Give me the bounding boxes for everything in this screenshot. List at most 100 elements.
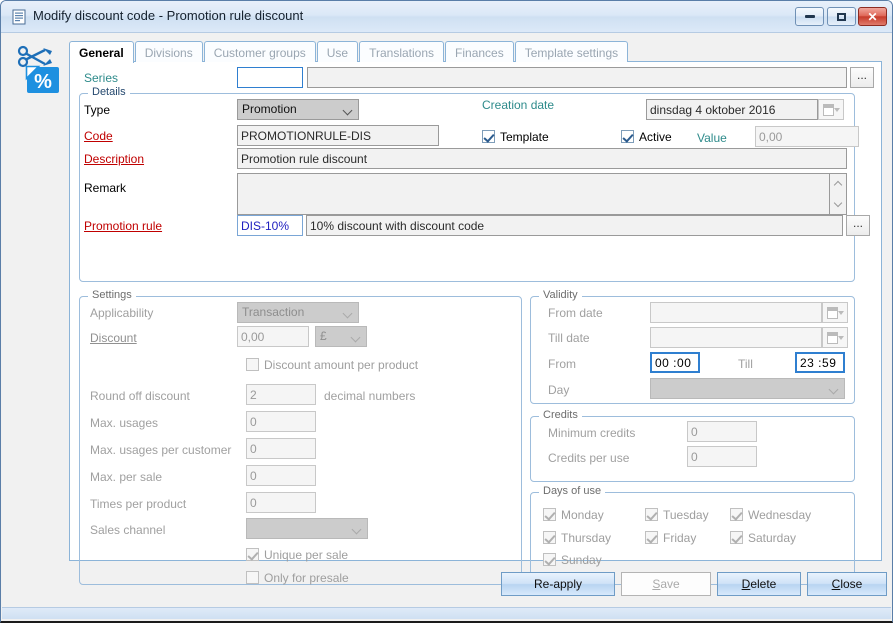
checkbox-box (730, 508, 743, 521)
tab-template-settings[interactable]: Template settings (515, 41, 628, 62)
tab-use[interactable]: Use (317, 41, 358, 62)
day-checkbox-wednesday: Wednesday (730, 508, 811, 522)
round-off-discount-label: Round off discount (90, 389, 190, 403)
applicability-dropdown-value: Transaction (242, 305, 304, 319)
discount-amount-per-product-label: Discount amount per product (264, 358, 418, 372)
validity-group-caption: Validity (539, 289, 582, 301)
details-group-caption: Details (88, 86, 130, 98)
tab-finances[interactable]: Finances (445, 41, 514, 62)
code-input[interactable] (237, 125, 439, 146)
chevron-down-icon (838, 336, 844, 340)
credits-per-use-field (687, 446, 757, 467)
credits-per-use-label: Credits per use (548, 451, 629, 465)
description-link[interactable]: Description (84, 152, 144, 166)
day-checkbox-friday: Friday (645, 531, 696, 545)
svg-text:%: % (34, 71, 52, 93)
decimal-numbers-label: decimal numbers (324, 389, 415, 403)
checkbox-box (246, 358, 259, 371)
days-of-use-group-caption: Days of use (539, 485, 605, 497)
till-time-field[interactable] (795, 352, 845, 373)
re-apply-button[interactable]: Re-apply (501, 572, 615, 596)
checkbox-box (730, 531, 743, 544)
minimum-credits-label: Minimum credits (548, 426, 635, 440)
day-checkbox-thursday: Thursday (543, 531, 611, 545)
day-label: Day (548, 383, 569, 397)
active-checkbox[interactable]: Active (621, 130, 672, 144)
applicability-dropdown: Transaction (237, 302, 359, 323)
day-checkbox-monday: Monday (543, 508, 604, 522)
active-checkbox-label: Active (639, 130, 672, 144)
minimize-button[interactable] (795, 7, 824, 26)
checkbox-box (543, 508, 556, 521)
series-code-input[interactable] (237, 67, 303, 88)
creation-date-field[interactable] (646, 99, 818, 120)
chevron-up-icon[interactable] (834, 182, 842, 188)
from-time-field[interactable] (650, 352, 700, 373)
max-usages-label: Max. usages (90, 416, 158, 430)
chevron-down-icon (352, 334, 361, 340)
day-label: Thursday (561, 531, 611, 545)
day-checkbox-tuesday: Tuesday (645, 508, 709, 522)
tab-general[interactable]: General (69, 41, 134, 63)
promotion-rule-browse-button[interactable]: ... (846, 215, 870, 236)
type-label: Type (84, 103, 110, 117)
maximize-icon (828, 8, 855, 25)
round-off-discount-field (246, 384, 316, 405)
creation-date-picker-button[interactable] (818, 99, 844, 120)
applicability-label: Applicability (90, 306, 153, 320)
chevron-down-icon (838, 311, 844, 315)
credits-group-caption: Credits (539, 409, 582, 421)
chevron-down-icon[interactable] (834, 200, 842, 206)
document-icon (11, 9, 27, 25)
max-usages-per-customer-field (246, 438, 316, 459)
chevron-down-icon (344, 107, 353, 113)
close-dialog-button[interactable]: Close (807, 572, 887, 596)
code-link[interactable]: Code (84, 129, 113, 143)
promotion-rule-code-field[interactable] (237, 215, 303, 236)
tab-translations[interactable]: Translations (359, 41, 444, 62)
chevron-down-icon (344, 310, 353, 316)
series-name-field[interactable] (307, 67, 847, 88)
from-date-picker-button (822, 302, 848, 323)
checkbox-box (482, 130, 495, 143)
times-per-product-label: Times per product (90, 497, 186, 511)
currency-dropdown: £ (315, 326, 367, 347)
max-per-sale-label: Max. per sale (90, 470, 162, 484)
tab-label: Customer groups (214, 46, 306, 60)
description-input[interactable] (237, 148, 847, 169)
remark-scroll-spinner[interactable] (830, 173, 847, 215)
save-button: Save (621, 572, 711, 596)
sales-channel-dropdown (246, 518, 368, 539)
calendar-icon (823, 104, 834, 116)
series-browse-button[interactable]: ... (850, 67, 874, 88)
close-button[interactable]: ✕ (858, 7, 887, 26)
max-per-sale-field (246, 465, 316, 486)
tab-customer-groups[interactable]: Customer groups (204, 41, 316, 62)
save-button-label: Save (652, 577, 679, 591)
day-label: Saturday (748, 531, 796, 545)
checkbox-box (645, 508, 658, 521)
maximize-button[interactable] (827, 7, 856, 26)
settings-group-caption: Settings (88, 289, 136, 301)
client-area: % General Divisions Customer groups Use … (2, 33, 891, 607)
promotion-rule-name-field[interactable] (306, 215, 843, 236)
unique-per-sale-label: Unique per sale (264, 548, 348, 562)
till-date-picker-button (822, 327, 848, 348)
tab-label: Use (327, 46, 348, 60)
type-dropdown[interactable]: Promotion (237, 99, 359, 120)
tab-divisions[interactable]: Divisions (135, 41, 203, 62)
discount-amount-per-product-checkbox: Discount amount per product (246, 358, 418, 372)
template-checkbox[interactable]: Template (482, 130, 549, 144)
minimum-credits-field (687, 421, 757, 442)
unique-per-sale-checkbox: Unique per sale (246, 548, 348, 562)
remark-label: Remark (84, 181, 126, 195)
value-label: Value (697, 131, 727, 145)
discount-link: Discount (90, 331, 137, 345)
promotion-rule-link[interactable]: Promotion rule (84, 219, 162, 233)
tab-label: Template settings (525, 46, 618, 60)
creation-date-label: Creation date (482, 98, 554, 112)
remark-textarea[interactable] (237, 173, 830, 215)
delete-button[interactable]: Delete (717, 572, 801, 596)
close-icon: ✕ (859, 8, 886, 25)
general-tab-page: Series ... Details Type Promotion Creati… (69, 62, 882, 561)
